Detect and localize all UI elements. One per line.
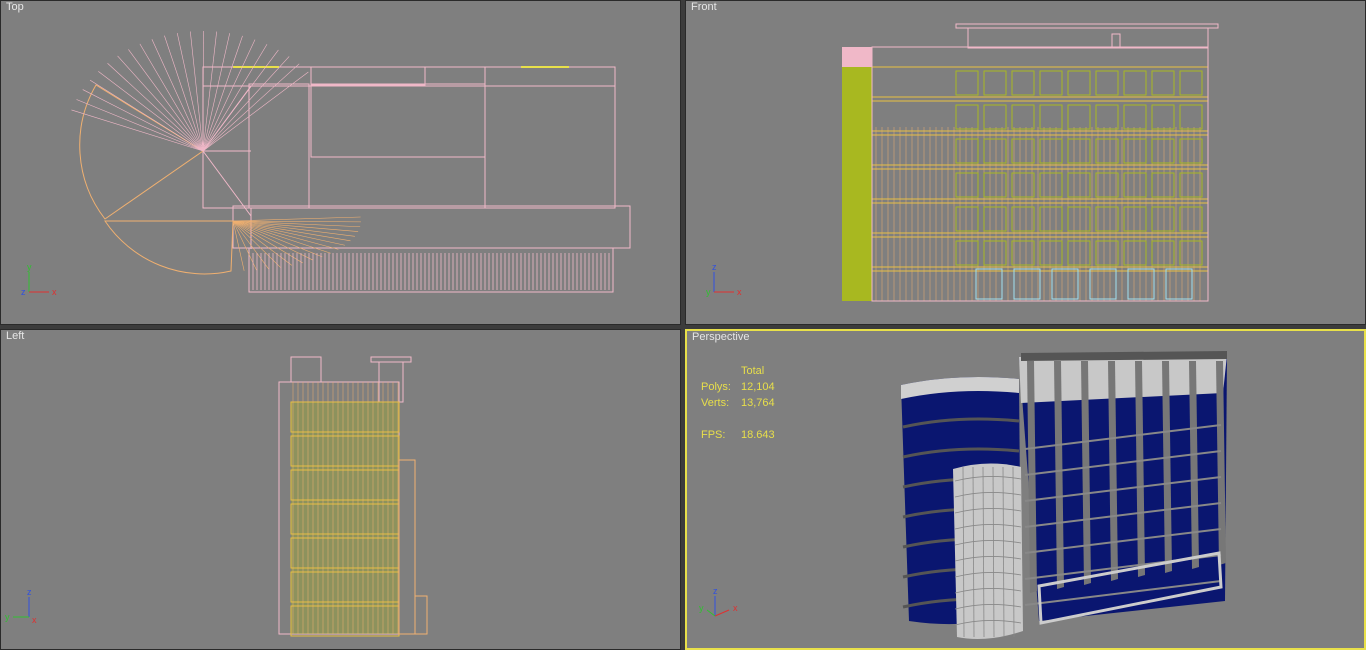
viewport-front[interactable]: Front z x y [685, 0, 1366, 325]
perspective-building-render [901, 351, 1227, 639]
axis-v-label: z [713, 586, 718, 596]
axis-c-label: y [706, 287, 711, 297]
axis-v-label: z [27, 587, 32, 597]
axis-h-label: y [5, 612, 10, 622]
axis-v-label: z [712, 262, 717, 272]
axis-v-label: y [27, 262, 32, 272]
axis-tripod-front: z x y [704, 262, 744, 302]
axis-tripod-top: y x z [19, 262, 59, 302]
axis-tripod-left: z y x [5, 587, 59, 627]
axis-h-label: x [52, 287, 57, 297]
axis-tripod-perspective: z x y [699, 586, 745, 626]
axis-h-label: x [737, 287, 742, 297]
top-view-wireframe [71, 30, 631, 293]
axis-c-label: x [32, 615, 37, 625]
viewport-perspective[interactable]: Perspective Total Polys: 12,104 Verts: 1… [685, 329, 1366, 650]
axis-c-label: y [699, 603, 704, 613]
viewport-left[interactable]: Left z y x [0, 329, 681, 650]
axis-h-label: x [733, 603, 738, 613]
axis-c-label: z [21, 287, 26, 297]
front-view-wireframe [842, 23, 1219, 302]
viewport-top[interactable]: Top y x z [0, 0, 681, 325]
left-view-wireframe [278, 356, 428, 637]
